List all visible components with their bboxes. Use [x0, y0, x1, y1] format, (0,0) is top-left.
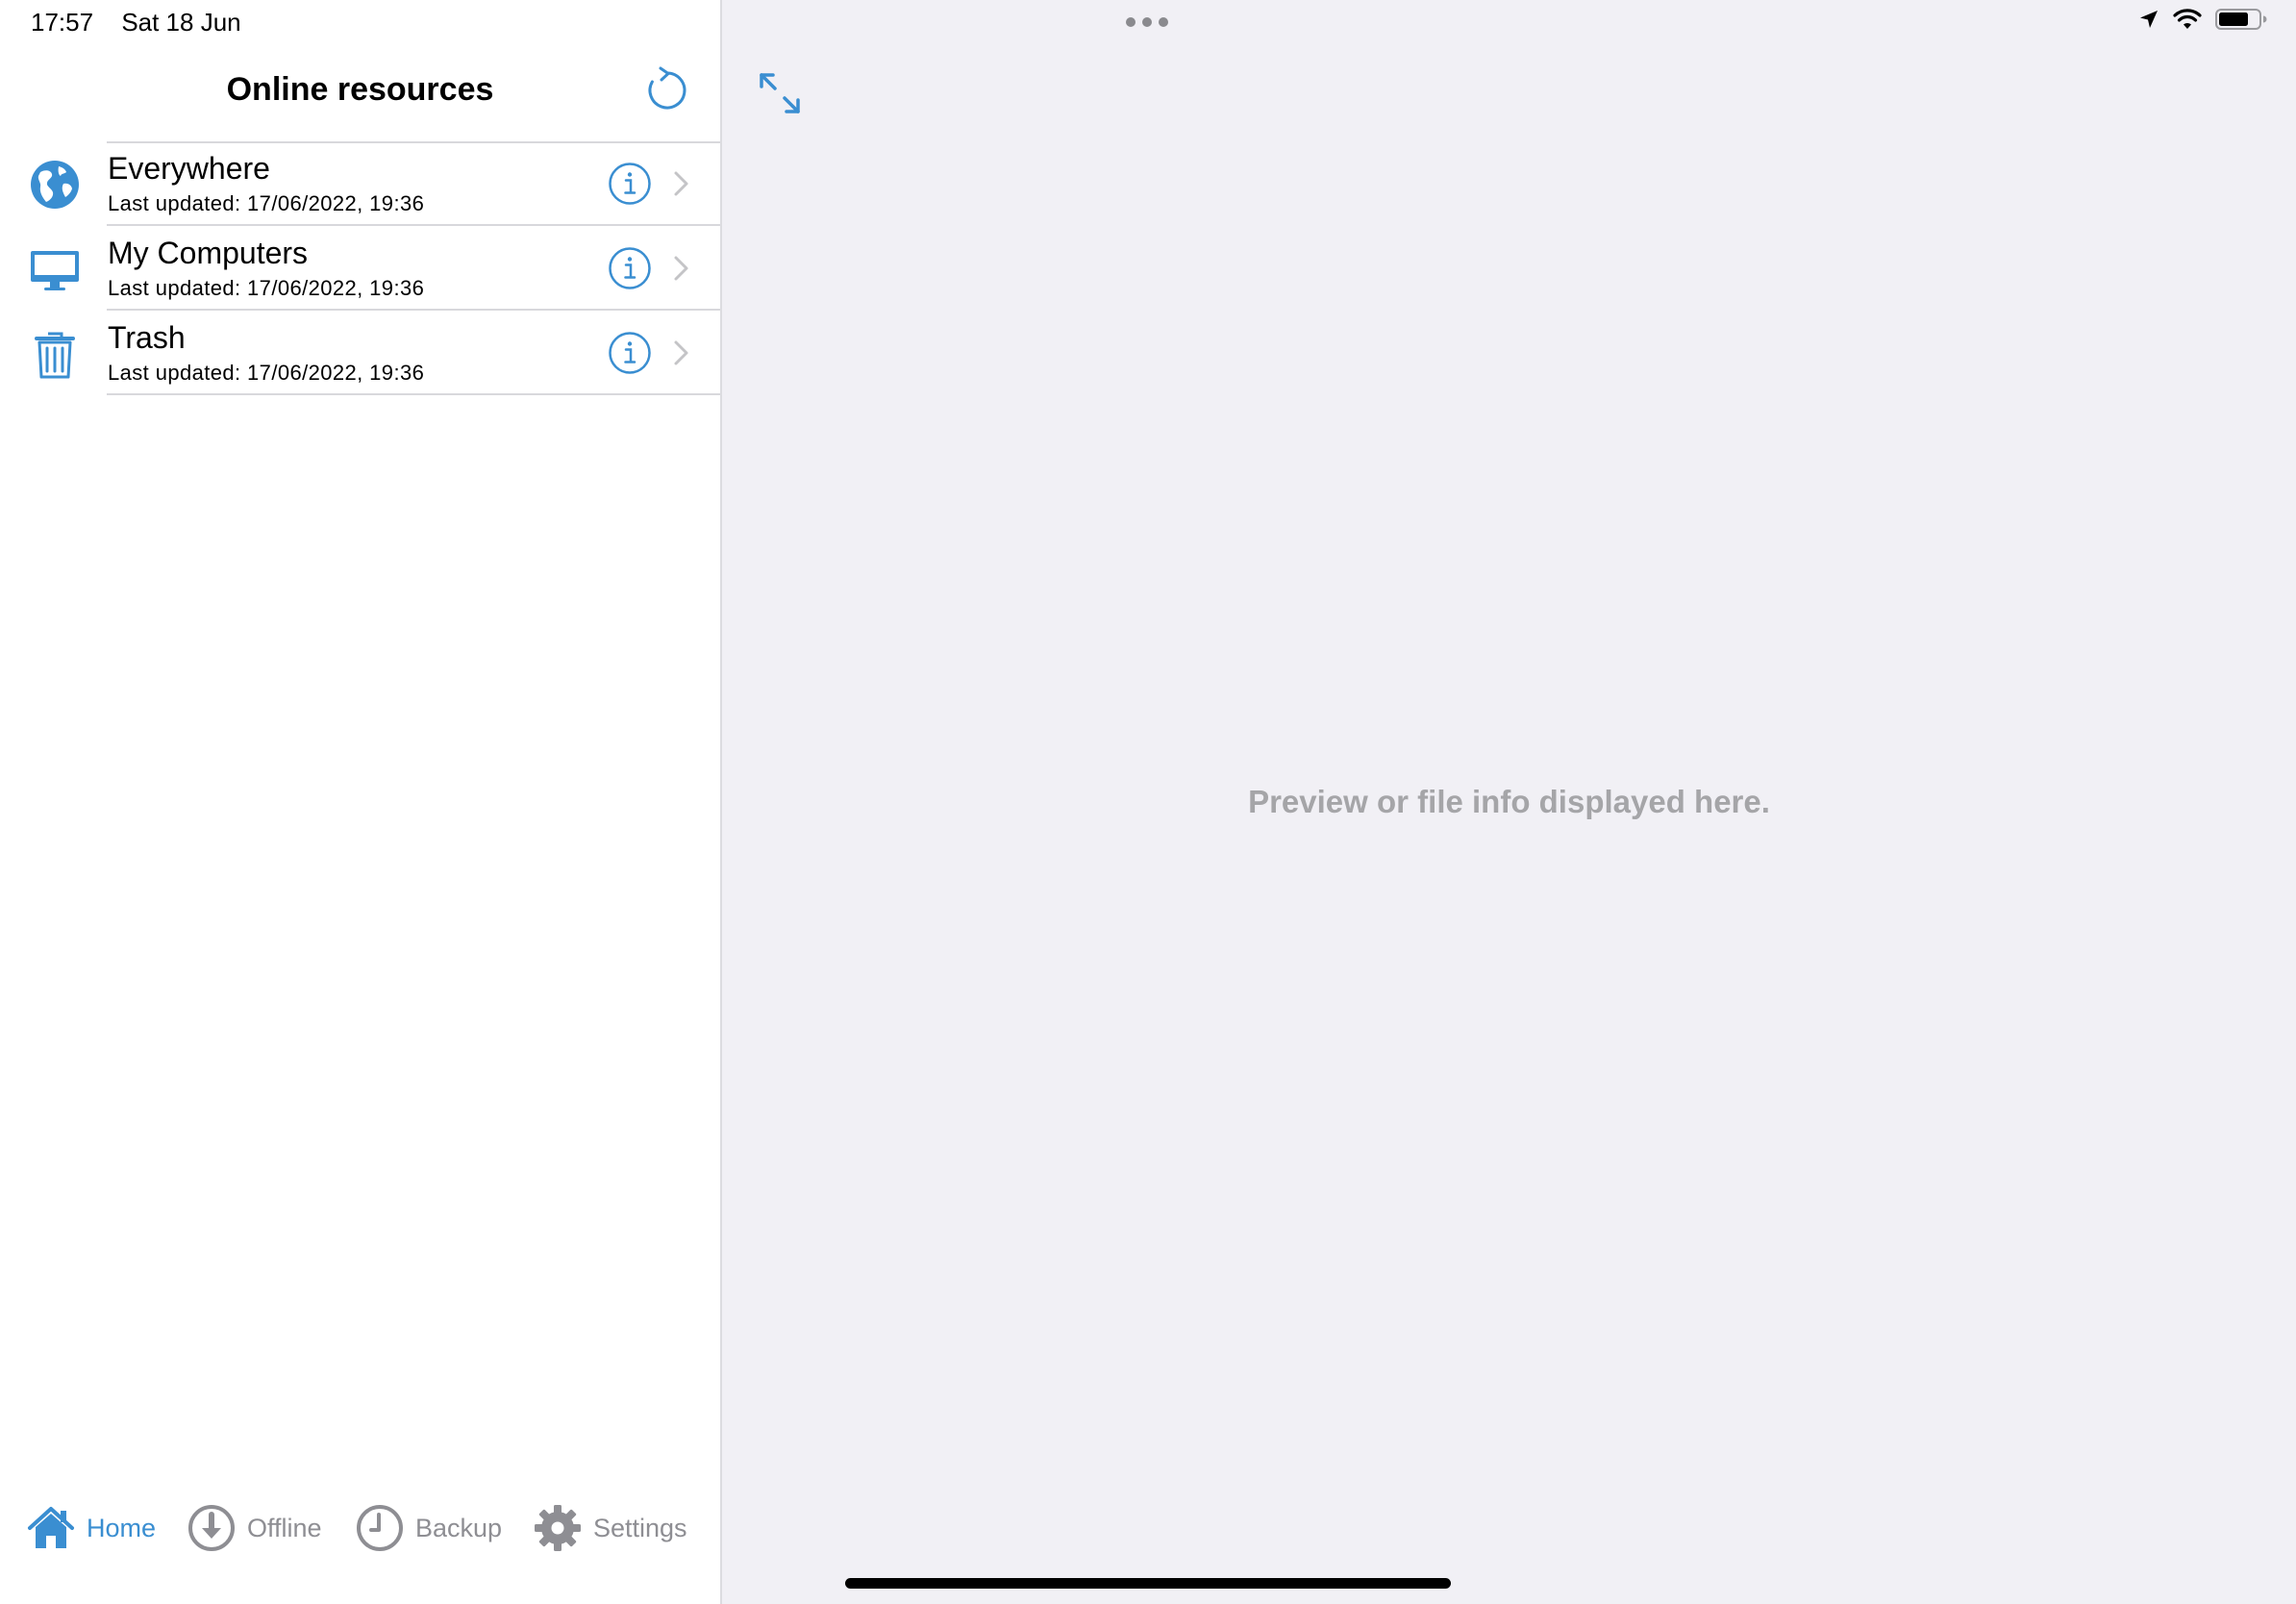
- status-bar-indicators: [2138, 8, 2267, 31]
- globe-icon: [31, 161, 79, 209]
- home-indicator[interactable]: [845, 1578, 1451, 1589]
- status-time: 17:57: [31, 8, 94, 37]
- tab-label: Offline: [247, 1513, 322, 1542]
- clock-icon: [357, 1505, 403, 1551]
- computer-icon: [31, 251, 79, 290]
- item-title: Trash: [108, 320, 186, 355]
- info-icon[interactable]: [608, 246, 652, 290]
- multitasking-menu-icon[interactable]: [1126, 17, 1168, 27]
- location-icon: [2140, 11, 2158, 28]
- wifi-icon: [2173, 9, 2202, 29]
- tab-label: Home: [87, 1513, 157, 1542]
- gear-icon: [535, 1505, 581, 1551]
- info-icon[interactable]: [608, 162, 652, 206]
- tab-bar: Home Offline Backup Settings: [0, 1500, 720, 1556]
- chevron-right-icon: [674, 171, 688, 196]
- tab-label: Backup: [415, 1513, 503, 1542]
- download-icon: [188, 1505, 235, 1551]
- item-last-updated: Last updated: 17/06/2022, 19:36: [108, 361, 425, 385]
- tab-backup[interactable]: Backup: [356, 1500, 502, 1556]
- chevron-right-icon: [674, 340, 688, 365]
- item-last-updated: Last updated: 17/06/2022, 19:36: [108, 276, 425, 300]
- tab-home[interactable]: Home: [27, 1500, 156, 1556]
- item-last-updated: Last updated: 17/06/2022, 19:36: [108, 191, 425, 215]
- list-item-trash[interactable]: Trash Last updated: 17/06/2022, 19:36: [0, 311, 720, 395]
- master-pane: 17:57 Sat 18 Jun Online resources Everyw…: [0, 0, 722, 1604]
- battery-icon: [2215, 9, 2267, 30]
- list-item-everywhere[interactable]: Everywhere Last updated: 17/06/2022, 19:…: [0, 141, 720, 226]
- page-title: Online resources: [226, 71, 494, 108]
- list-item-my-computers[interactable]: My Computers Last updated: 17/06/2022, 1…: [0, 226, 720, 311]
- item-title: Everywhere: [108, 151, 270, 186]
- preview-placeholder: Preview or file info displayed here.: [1248, 784, 1770, 819]
- tab-label: Settings: [593, 1513, 687, 1542]
- trash-icon: [35, 332, 75, 379]
- tab-offline[interactable]: Offline: [187, 1500, 322, 1556]
- refresh-icon[interactable]: [642, 65, 692, 115]
- detail-pane: Preview or file info displayed here.: [722, 0, 2296, 1604]
- item-title: My Computers: [108, 236, 309, 270]
- home-icon: [28, 1507, 74, 1548]
- expand-icon[interactable]: [758, 71, 802, 115]
- info-icon[interactable]: [608, 331, 652, 375]
- status-date: Sat 18 Jun: [121, 8, 241, 37]
- chevron-right-icon: [674, 256, 688, 281]
- tab-settings[interactable]: Settings: [534, 1500, 687, 1556]
- resource-list: Everywhere Last updated: 17/06/2022, 19:…: [0, 141, 720, 395]
- status-bar-clock: 17:57 Sat 18 Jun: [31, 8, 241, 38]
